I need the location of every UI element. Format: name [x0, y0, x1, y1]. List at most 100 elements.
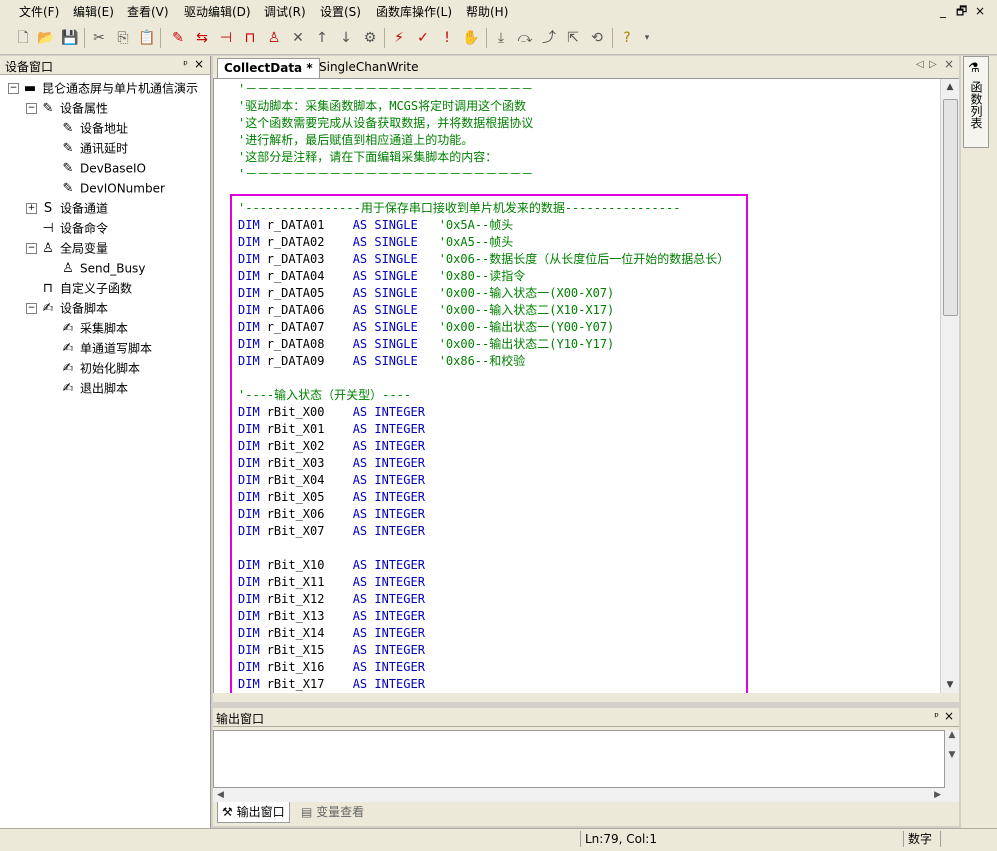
help-icon[interactable]: ? — [618, 29, 636, 47]
open-folder-icon[interactable]: 📂 — [37, 29, 55, 47]
edit-property-icon[interactable]: ✎ — [169, 29, 187, 47]
cut-icon[interactable]: ✂ — [90, 29, 108, 47]
output-horizontal-scrollbar[interactable]: ◀ ▶ — [213, 788, 959, 802]
run-to-cursor-icon[interactable]: ⇱ — [564, 29, 582, 47]
menu-edit[interactable]: 编辑(E) — [73, 5, 114, 19]
collapse-icon[interactable]: − — [26, 303, 37, 314]
tree-item[interactable]: ♙ Send_Busy — [46, 258, 145, 278]
breakpoint-icon[interactable]: ! — [438, 29, 456, 47]
scroll-left-icon[interactable]: ◀ — [217, 790, 224, 800]
expand-icon[interactable]: + — [26, 203, 37, 214]
new-file-icon[interactable]: 🗋 — [14, 29, 32, 47]
function-add-icon[interactable]: ⊓ — [241, 29, 259, 47]
tree-item[interactable]: ✎ 设备地址 — [46, 118, 128, 138]
code-identifier: rBit_X10 — [266, 558, 325, 572]
move-down-icon[interactable]: ↓ — [337, 29, 355, 47]
code-keyword: DIM — [238, 660, 260, 674]
code-type: AS INTEGER — [352, 643, 425, 657]
tree-item[interactable]: − ▬ 昆仑通态屏与单片机通信演示 — [8, 78, 198, 98]
tab-collectdata[interactable]: CollectData * — [217, 58, 320, 78]
tree-item-label: 设备属性 — [60, 101, 109, 116]
menu-view[interactable]: 查看(V) — [127, 5, 169, 19]
code-type: AS SINGLE — [352, 337, 418, 351]
menu-driver-edit[interactable]: 驱动编辑(D) — [184, 5, 251, 19]
function-list-button[interactable]: ⚗ 函数列表 — [963, 56, 989, 148]
code-area[interactable]: '－－－－－－－－－－－－－－－－－－－－－－－－ '驱动脚本：采集函数脚本，MC… — [213, 79, 940, 693]
menu-help[interactable]: 帮助(H) — [466, 5, 508, 19]
delete-icon[interactable]: ✕ — [289, 29, 307, 47]
code-comment: '0x5A--帧头 — [438, 218, 514, 232]
properties-icon[interactable]: ⚙ — [361, 29, 379, 47]
tree-item[interactable]: ⊣ 设备命令 — [26, 218, 108, 238]
save-icon[interactable]: 💾 — [61, 29, 79, 47]
close-button[interactable]: × — [975, 4, 985, 18]
minimize-button[interactable]: _ — [940, 4, 946, 18]
menu-settings[interactable]: 设置(S) — [320, 5, 361, 19]
tree-item-label: DevBaseIO — [80, 161, 146, 176]
step-out-icon[interactable]: ⤴ — [540, 29, 558, 47]
tree-item[interactable]: ✎ 通讯延时 — [46, 138, 128, 158]
debug-run-icon[interactable]: ✓ — [414, 29, 432, 47]
menu-file[interactable]: 文件(F) — [19, 5, 59, 19]
scroll-up-icon[interactable]: ▲ — [941, 79, 959, 95]
tree-item[interactable]: ✎ DevBaseIO — [46, 158, 146, 178]
editor-vertical-scrollbar[interactable]: ▲ ▼ — [940, 79, 959, 693]
collapse-icon[interactable]: − — [26, 103, 37, 114]
tree-item-label: 自定义子函数 — [60, 281, 133, 296]
code-line: DIM rBit_X14 AS INTEGER — [238, 625, 439, 642]
tree-item[interactable]: ✍ 单通道写脚本 — [46, 338, 152, 358]
copy-icon[interactable]: ⎘ — [114, 29, 132, 47]
collapse-icon[interactable]: − — [26, 243, 37, 254]
code-type: AS SINGLE — [352, 269, 418, 283]
tab-variable-view[interactable]: ▤ 变量查看 — [297, 802, 368, 822]
move-up-icon[interactable]: ↑ — [313, 29, 331, 47]
code-line: DIM rBit_X04 AS INTEGER — [238, 472, 439, 489]
pin-icon[interactable]: ᵖ — [183, 58, 188, 71]
status-bar: Ln:79, Col:1 数字 — [0, 828, 997, 851]
code-identifier: r_DATA02 — [266, 235, 325, 249]
code-type: AS INTEGER — [352, 609, 425, 623]
menu-debug[interactable]: 调试(R) — [264, 5, 306, 19]
channel-add-icon[interactable]: ⇆ — [193, 29, 211, 47]
stop-hand-icon[interactable]: ✋ — [462, 29, 480, 47]
compile-icon[interactable]: ⚡ — [390, 29, 408, 47]
output-titlebar: 输出窗口 ᵖ × — [213, 708, 959, 727]
scrollbar-thumb[interactable] — [943, 99, 958, 316]
output-close-icon[interactable]: × — [944, 709, 954, 723]
command-add-icon[interactable]: ⊣ — [217, 29, 235, 47]
code-line: DIM r_DATA08 AS SINGLE '0x00--输出状态二(Y10-Y17… — [238, 336, 614, 353]
output-pin-icon[interactable]: ᵖ — [934, 710, 939, 723]
scroll-right-icon[interactable]: ▶ — [934, 788, 941, 802]
tab-output[interactable]: ⚒ 输出窗口 — [217, 802, 290, 823]
step-into-icon[interactable]: ⤓ — [492, 29, 510, 47]
tree-item[interactable]: ✍ 初始化脚本 — [46, 358, 140, 378]
tree-item[interactable]: ✎ DevIONumber — [46, 178, 165, 198]
tree-item[interactable]: ⊓ 自定义子函数 — [26, 278, 132, 298]
scroll-down-icon[interactable]: ▼ — [941, 677, 959, 693]
tree-item[interactable]: − ✎ 设备属性 — [26, 98, 108, 118]
output-text-area[interactable] — [213, 730, 945, 788]
step-over-icon[interactable]: ⤼ — [516, 29, 534, 47]
tree-item[interactable]: − ♙ 全局变量 — [26, 238, 108, 258]
restore-button[interactable]: 🗗 — [956, 4, 967, 18]
variable-add-icon[interactable]: ♙ — [265, 29, 283, 47]
menu-function-library[interactable]: 函数库操作(L) — [376, 5, 452, 19]
toolbar-dropdown-icon[interactable]: ▾ — [638, 29, 656, 47]
output-vertical-scrollbar[interactable]: ▲ ▼ — [945, 730, 959, 788]
close-icon[interactable]: × — [194, 57, 204, 71]
tab-next-icon[interactable]: ▷ — [929, 59, 937, 70]
tab-close-icon[interactable]: × — [944, 57, 954, 71]
tree-item[interactable]: ✍ 退出脚本 — [46, 378, 128, 398]
tree-item[interactable]: − ✍ 设备脚本 — [26, 298, 108, 318]
code-identifier: r_DATA04 — [266, 269, 325, 283]
collapse-icon[interactable]: − — [8, 83, 19, 94]
code-keyword: DIM — [238, 575, 260, 589]
tree-item[interactable]: + S 设备通道 — [26, 198, 108, 218]
tab-prev-icon[interactable]: ◁ — [916, 59, 924, 70]
paste-icon[interactable]: 📋 — [138, 29, 156, 47]
script-icon: ✍ — [62, 320, 74, 336]
tab-singlechanwrite[interactable]: SingleChanWrite — [313, 58, 425, 77]
tree-item[interactable]: ✍ 采集脚本 — [46, 318, 128, 338]
restart-icon[interactable]: ⟲ — [588, 29, 606, 47]
code-keyword: DIM — [238, 524, 260, 538]
